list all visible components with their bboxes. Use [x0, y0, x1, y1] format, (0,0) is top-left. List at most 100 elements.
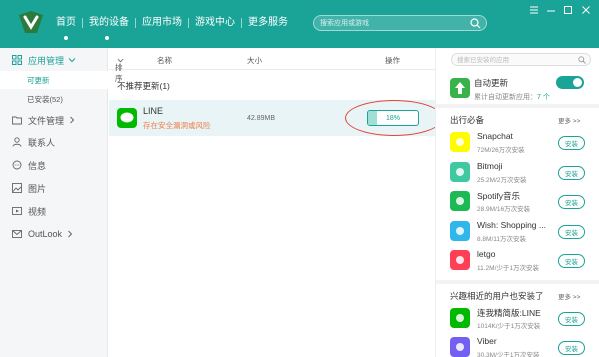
toggle-knob [573, 78, 582, 87]
section-title: 不推荐更新(1) [117, 81, 170, 91]
nav-indicator-dot [64, 36, 68, 40]
install-button[interactable]: 安装 [558, 195, 585, 209]
list-item[interactable]: Wish: Shopping ... 8.8M/11万次安装 安装 [450, 219, 595, 245]
person-icon [12, 137, 22, 147]
spotify-icon [450, 191, 470, 211]
auto-update-icon [450, 78, 470, 98]
app-stats: 30.3M/少于1万次安装 [477, 352, 540, 357]
grid-icon [12, 55, 22, 65]
installed-search[interactable] [451, 53, 591, 66]
install-button[interactable]: 安装 [558, 341, 585, 355]
list-item[interactable]: Snapchat 72M/26万次安装 安装 [450, 130, 595, 156]
column-header-size: 大小 [247, 56, 262, 65]
sidebar-item-contacts[interactable]: 联系人 [0, 131, 108, 153]
app-name: letgo [477, 249, 496, 259]
chevron-right-icon [68, 230, 73, 238]
app-name: 连我精简版:LINE [477, 308, 541, 318]
app-stats: 28.9M/16万次安装 [477, 206, 531, 213]
viber-icon [450, 337, 470, 357]
app-name: Snapchat [477, 131, 513, 141]
progress-percent: 18% [385, 114, 400, 122]
sidebar-item-file-manage[interactable]: 文件管理 [0, 109, 108, 131]
essentials-title: 出行必备 [450, 115, 485, 125]
global-search[interactable] [313, 15, 487, 31]
list-header: 排序 名称 大小 操作 [109, 48, 435, 83]
app-name: Viber [477, 336, 497, 346]
bitmoji-icon [450, 161, 470, 182]
sidebar-item-label: 视频 [28, 206, 47, 217]
menu-icon[interactable] [528, 4, 540, 16]
sidebar-item-videos[interactable]: 视频 [0, 200, 108, 222]
nav-game-center[interactable]: 游戏中心 [189, 16, 241, 30]
maximize-icon[interactable] [562, 4, 574, 16]
main-nav: 首页 我的设备 应用市场 游戏中心 更多服务 [50, 16, 294, 30]
app-logo-icon [19, 11, 43, 33]
nav-more-services[interactable]: 更多服务 [242, 16, 294, 30]
sidebar-sub-installed[interactable]: 已安装(52) [0, 90, 108, 108]
snapchat-icon [450, 132, 470, 152]
sidebar-item-label: 联系人 [28, 137, 56, 148]
minimize-icon[interactable] [545, 4, 557, 16]
update-progress-bar[interactable]: 18% [367, 110, 419, 126]
global-search-input[interactable] [320, 18, 470, 29]
image-icon [12, 183, 22, 193]
app-name: Spotify音乐 [477, 191, 520, 201]
list-item[interactable]: letgo 11.2M/少于1万次安装 安装 [450, 248, 595, 274]
auto-update-subtitle-text: 累计自动更新应用： [474, 94, 537, 101]
update-list-panel: 排序 名称 大小 操作 不推荐更新(1) LINE 存在安全漏洞或风险 42.8… [109, 48, 443, 357]
sidebar-item-label: 文件管理 [28, 115, 65, 126]
close-icon[interactable] [580, 4, 592, 16]
app-stats: 8.8M/11万次安装 [477, 235, 527, 243]
auto-update-toggle[interactable] [556, 76, 584, 89]
install-button[interactable]: 安装 [558, 165, 585, 180]
install-button[interactable]: 安装 [558, 224, 585, 239]
app-stats: 11.2M/少于1万次安装 [477, 265, 540, 272]
sidebar-item-messages[interactable]: 信息 [0, 154, 108, 176]
search-icon[interactable] [470, 18, 481, 29]
nav-my-devices[interactable]: 我的设备 [83, 16, 135, 30]
sidebar-sub-updatable[interactable]: 可更新 [0, 71, 108, 89]
column-header-name: 名称 [157, 56, 172, 65]
app-stats: 1014K/少于1万次安装 [477, 323, 541, 330]
nav-home[interactable]: 首页 [50, 16, 82, 30]
nav-indicator-dot [105, 36, 109, 40]
list-item[interactable]: Spotify音乐 28.9M/16万次安装 安装 [450, 189, 595, 215]
chevron-right-icon [70, 116, 75, 124]
sidebar-item-pictures[interactable]: 图片 [0, 177, 108, 199]
sidebar-item-label: 信息 [28, 160, 47, 171]
installed-search-input[interactable] [457, 55, 572, 65]
search-icon[interactable] [578, 56, 586, 64]
divider [436, 280, 599, 284]
line-lite-icon [450, 308, 470, 328]
mail-icon [12, 230, 22, 238]
message-icon [12, 160, 22, 170]
auto-update-title: 自动更新 [474, 78, 509, 88]
app-stats: 72M/26万次安装 [477, 147, 525, 154]
sidebar-item-label: 图片 [28, 183, 47, 194]
list-item[interactable]: 连我精简版:LINE 1014K/少于1万次安装 安装 [450, 306, 595, 332]
install-button[interactable]: 安装 [558, 136, 585, 150]
video-icon [12, 207, 22, 215]
sidebar: 应用管理 可更新 已安装(52) 文件管理 联系人 信息 图片 视频 OutLo… [0, 48, 108, 357]
sidebar-item-label: OutLook [28, 229, 63, 239]
chevron-down-icon [68, 58, 76, 63]
app-name: LINE [143, 106, 164, 116]
wish-icon [450, 220, 470, 241]
nav-app-market[interactable]: 应用市场 [136, 16, 188, 30]
app-size: 42.89MB [247, 115, 276, 122]
column-header-action: 操作 [385, 56, 400, 65]
folder-icon [12, 116, 22, 125]
similar-more-link[interactable]: 更多 >> [558, 291, 580, 301]
list-item[interactable]: Viber 30.3M/少于1万次安装 安装 [450, 335, 595, 357]
install-button[interactable]: 安装 [558, 312, 585, 326]
sidebar-item-app-manage[interactable]: 应用管理 [0, 49, 108, 71]
essentials-more-link[interactable]: 更多 >> [558, 115, 580, 125]
sort-dropdown[interactable]: 排序 [115, 55, 124, 83]
right-panel: 自动更新 累计自动更新应用：7 个 出行必备 更多 >> Snapchat 72M… [435, 48, 599, 357]
install-button[interactable]: 安装 [558, 254, 585, 268]
sidebar-item-outlook[interactable]: OutLook [0, 223, 108, 245]
auto-update-count: 7 个 [537, 94, 550, 101]
app-name: Bitmoji [477, 160, 503, 171]
letgo-icon [450, 250, 470, 270]
list-item[interactable]: Bitmoji 25.2M/2万次安装 安装 [450, 160, 595, 186]
